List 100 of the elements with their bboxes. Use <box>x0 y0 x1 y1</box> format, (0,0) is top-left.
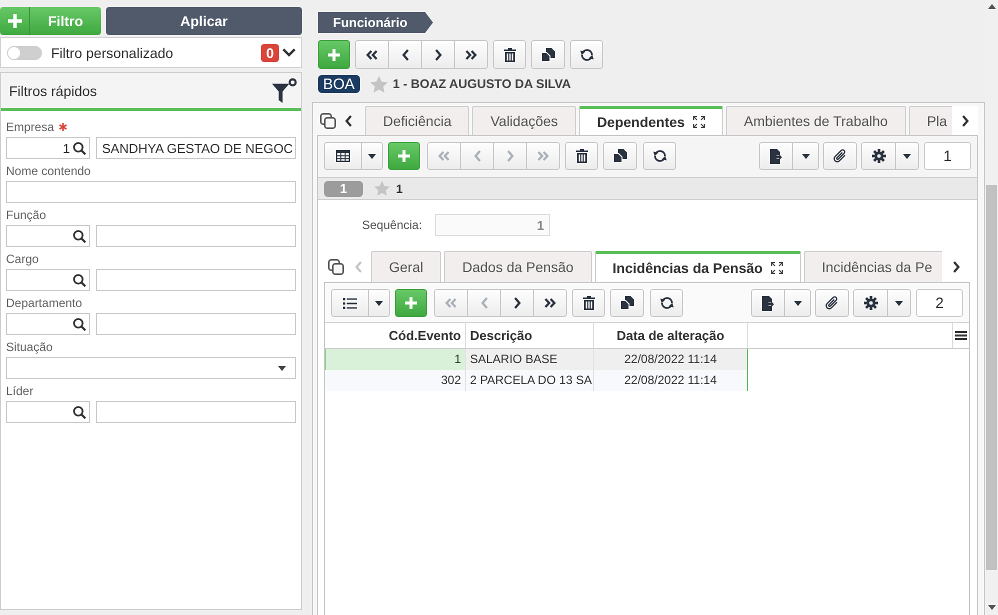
column-header[interactable]: Descrição <box>466 323 594 348</box>
tab[interactable]: Incidências da Pe <box>804 251 942 282</box>
attachment-button[interactable] <box>815 289 849 317</box>
page-number-field[interactable]: 1 <box>924 142 971 170</box>
last-record-button[interactable] <box>533 289 567 317</box>
code-field[interactable] <box>6 269 90 291</box>
search-icon[interactable] <box>73 274 86 286</box>
trash-icon <box>576 149 588 163</box>
custom-filter-label: Filtro personalizado <box>51 44 174 60</box>
export-button[interactable] <box>759 142 793 170</box>
previous-record-button[interactable] <box>388 40 422 69</box>
tab[interactable]: Deficiência <box>365 106 470 135</box>
first-record-button[interactable] <box>355 40 389 69</box>
description-field[interactable] <box>96 401 296 423</box>
field-label: Nome contendo <box>6 164 91 178</box>
view-dropdown-button[interactable] <box>368 289 390 317</box>
page-number-field[interactable]: 2 <box>916 289 963 317</box>
table-cell: 22/08/2022 11:14 <box>594 370 748 391</box>
next-record-button[interactable] <box>500 289 534 317</box>
overlapping-squares-icon[interactable] <box>320 112 336 128</box>
table-view-button[interactable] <box>324 142 362 170</box>
apply-button[interactable]: Aplicar <box>106 7 302 35</box>
caret-down-icon <box>375 300 383 306</box>
search-icon[interactable] <box>73 318 86 330</box>
attachment-button[interactable] <box>823 142 857 170</box>
field-label: Departamento <box>6 296 82 310</box>
tab[interactable]: Dados da Pensão <box>444 251 592 282</box>
scroll-up-icon[interactable] <box>988 4 996 9</box>
table-icon <box>336 150 350 162</box>
duplicate-button[interactable] <box>603 142 637 170</box>
delete-button[interactable] <box>565 142 598 170</box>
refresh-button[interactable] <box>650 289 683 317</box>
plus-icon <box>8 14 22 28</box>
refresh-icon <box>580 48 594 62</box>
star-icon[interactable] <box>370 76 388 92</box>
settings-button[interactable] <box>853 289 888 317</box>
settings-dropdown-button[interactable] <box>895 142 919 170</box>
scrollbar-thumb[interactable] <box>986 185 997 570</box>
search-icon[interactable] <box>73 406 86 418</box>
description-field[interactable] <box>96 225 296 247</box>
description-field[interactable]: SANDHYA GESTAO DE NEGOC <box>96 137 296 159</box>
duplicate-button[interactable] <box>610 289 644 317</box>
export-button[interactable] <box>751 289 785 317</box>
code-field[interactable] <box>6 225 90 247</box>
tab[interactable]: Ambientes de Trabalho <box>726 106 906 135</box>
search-icon[interactable] <box>73 142 86 154</box>
select-field[interactable] <box>6 357 296 379</box>
table-row[interactable]: 1 SALARIO BASE 22/08/2022 11:14 <box>325 349 748 370</box>
description-field[interactable] <box>96 269 296 291</box>
code-field[interactable] <box>6 401 90 423</box>
description-field[interactable] <box>96 313 296 335</box>
delete-button[interactable] <box>493 40 526 69</box>
chevron-down-icon[interactable] <box>282 48 296 57</box>
search-icon[interactable] <box>73 230 86 242</box>
overlapping-squares-icon[interactable] <box>328 258 344 274</box>
table-cell: 2 PARCELA DO 13 SA <box>466 370 594 391</box>
tab[interactable]: Pla <box>908 106 952 135</box>
star-icon[interactable] <box>374 181 390 196</box>
scroll-down-icon[interactable] <box>988 605 996 610</box>
refresh-button[interactable] <box>643 142 676 170</box>
settings-dropdown-button[interactable] <box>887 289 911 317</box>
add-button[interactable] <box>318 40 350 69</box>
scroll-tabs-right-button[interactable] <box>952 106 978 135</box>
menu-icon[interactable] <box>955 331 967 340</box>
export-dropdown-button[interactable] <box>784 289 811 317</box>
tab[interactable]: Geral <box>371 251 442 282</box>
double-chevron-right-icon <box>465 50 477 60</box>
caret-down-icon <box>278 366 286 370</box>
code-field[interactable] <box>6 313 90 335</box>
column-header[interactable]: Data de alteração <box>594 323 748 348</box>
breadcrumb[interactable]: Funcionário <box>318 12 433 33</box>
duplicate-button[interactable] <box>531 40 565 69</box>
chevron-left-icon <box>480 297 488 309</box>
tab[interactable]: Validações <box>472 106 576 135</box>
view-dropdown-button[interactable] <box>361 142 383 170</box>
filter-settings-icon[interactable] <box>272 78 297 103</box>
chevron-left-icon[interactable] <box>345 114 352 126</box>
toggle-switch[interactable] <box>7 46 42 60</box>
list-icon <box>343 298 357 308</box>
code-field[interactable]: 1 <box>6 137 90 159</box>
field-label: Situação <box>6 340 53 354</box>
copy-icon <box>620 296 634 310</box>
last-record-button[interactable] <box>454 40 488 69</box>
text-field[interactable] <box>6 181 296 203</box>
add-button[interactable] <box>388 142 420 170</box>
refresh-button[interactable] <box>570 40 603 69</box>
caret-down-icon <box>903 154 911 158</box>
refresh-icon <box>660 296 674 310</box>
settings-button[interactable] <box>861 142 896 170</box>
delete-button[interactable] <box>572 289 605 317</box>
next-record-button[interactable] <box>421 40 455 69</box>
tab[interactable]: Dependentes <box>578 106 723 135</box>
column-header[interactable]: Cód.Evento <box>325 323 466 348</box>
export-dropdown-button[interactable] <box>792 142 819 170</box>
add-button[interactable] <box>395 289 427 317</box>
list-view-button[interactable] <box>331 289 369 317</box>
table-row[interactable]: 302 2 PARCELA DO 13 SA 22/08/2022 11:14 <box>325 370 748 391</box>
chevron-left-icon <box>474 150 480 162</box>
trash-icon <box>582 296 594 310</box>
tab[interactable]: Incidências da Pensão <box>594 251 801 282</box>
